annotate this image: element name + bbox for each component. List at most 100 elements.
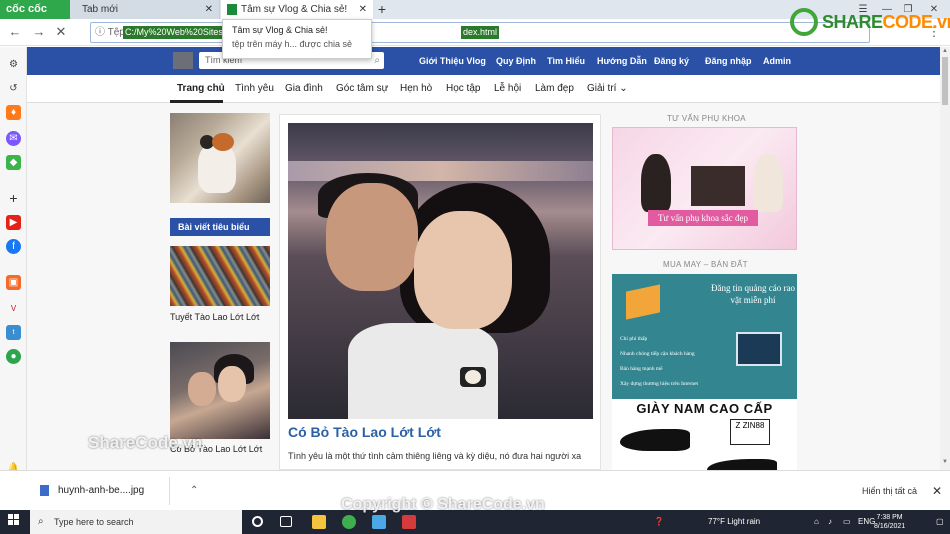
youtube-icon[interactable]: ▶: [6, 215, 21, 230]
article-title[interactable]: Có Bỏ Tào Lao Lớt Lớt: [288, 424, 441, 440]
settings-icon[interactable]: ⚙: [6, 57, 21, 72]
ad-banner-classifieds[interactable]: Đăng tin quảng cáo rao vặt miễn phí Chi …: [612, 274, 797, 399]
ad-item: Nhanh chóng tiếp cận khách hàng: [620, 351, 695, 357]
logo-mark-icon: [790, 8, 818, 36]
browser-logo[interactable]: cốc cốc: [0, 0, 70, 19]
scroll-thumb[interactable]: [942, 57, 948, 105]
stop-icon[interactable]: ✕: [52, 23, 70, 41]
cortana-icon[interactable]: [252, 516, 263, 527]
cat-home[interactable]: Trang chủ: [177, 75, 225, 103]
show-all-downloads[interactable]: Hiển thị tất cả: [862, 471, 917, 511]
clock-date: 8/16/2021: [874, 523, 906, 530]
face-shape: [218, 366, 246, 402]
featured-posts-heading: Bài viết tiêu biểu: [170, 218, 270, 236]
cat-love[interactable]: Tình yêu: [235, 75, 274, 103]
nav-link-admin[interactable]: Admin: [763, 47, 791, 75]
cat-study[interactable]: Học tập: [446, 75, 480, 103]
nav-link-explore[interactable]: Tìm Hiểu: [547, 47, 585, 75]
tab-new[interactable]: Tab mới ✕: [70, 0, 220, 19]
app-icon[interactable]: ●: [6, 349, 21, 364]
game-icon[interactable]: ◆: [6, 155, 21, 170]
nav-link-guide[interactable]: Hướng Dẫn: [597, 47, 647, 75]
language-indicator[interactable]: ENG: [858, 510, 875, 534]
cat-beauty[interactable]: Làm đẹp: [535, 75, 574, 103]
shoe-shape: [707, 459, 777, 470]
tab-label: Tab mới: [82, 4, 119, 15]
cat-dating[interactable]: Hẹn hò: [400, 75, 432, 103]
ad-item: Chi phí thấp: [620, 336, 648, 342]
taskbar-search[interactable]: ⌕ Type here to search: [30, 510, 242, 534]
article-hero-image[interactable]: [288, 123, 593, 419]
tiki-icon[interactable]: t: [6, 325, 21, 340]
site-avatar[interactable]: [173, 52, 193, 69]
site-top-nav: Tìm kiếm ⌕ Giới Thiệu Vlog Quy Định Tìm …: [27, 47, 940, 75]
scroll-down-icon[interactable]: ▼: [942, 459, 948, 465]
coccoc-taskbar-icon[interactable]: [342, 515, 356, 529]
page-scrollbar[interactable]: ▲ ▼: [940, 47, 950, 470]
history-icon[interactable]: ↺: [6, 81, 21, 96]
notification-center-icon[interactable]: ▢: [936, 510, 944, 534]
windows-start-icon[interactable]: [8, 514, 20, 526]
nav-link-about[interactable]: Giới Thiệu Vlog: [419, 47, 486, 75]
tab-tooltip: Tâm sự Vlog & Chia sẻ! tệp trên máy h...…: [222, 19, 372, 59]
url-text[interactable]: C:/My%20Web%20Sites/v: [123, 26, 232, 39]
fire-icon[interactable]: ♦: [6, 105, 21, 120]
post-caption[interactable]: Tuyết Tào Lao Lớt Lớt: [170, 312, 259, 322]
cat-thumbnail[interactable]: [170, 113, 270, 203]
clock-time: 7:38 PM: [876, 514, 903, 521]
battery-icon[interactable]: ▭: [843, 510, 851, 534]
vtv-icon[interactable]: V: [6, 301, 21, 316]
info-icon[interactable]: ⓘ Tệp: [95, 23, 125, 42]
watermark-copyright: Copyright © ShareCode.vn: [341, 496, 545, 513]
face-shape: [326, 183, 418, 291]
page-favicon-icon: [227, 4, 237, 15]
ad-banner-shoes[interactable]: GIÀY NAM CAO CẤP Z ZIN88: [612, 399, 797, 470]
address-bar[interactable]: ⓘ Tệp C:/My%20Web%20Sites/v dex.html: [90, 22, 870, 43]
weather-text[interactable]: 77°F Light rain: [708, 510, 760, 534]
download-item[interactable]: huynh-anh-be....jpg ⌃: [36, 477, 198, 505]
file-icon: [40, 485, 49, 496]
network-icon[interactable]: ⌂: [814, 510, 819, 534]
post-thumbnail[interactable]: [170, 246, 270, 306]
cat-family[interactable]: Gia đình: [285, 75, 323, 103]
file-explorer-icon[interactable]: [312, 515, 326, 529]
download-filename[interactable]: huynh-anh-be....jpg: [58, 477, 144, 505]
nav-link-register[interactable]: Đăng ký: [654, 47, 689, 75]
nav-link-rules[interactable]: Quy Định: [496, 47, 536, 75]
forward-icon[interactable]: →: [30, 23, 48, 41]
messenger-icon[interactable]: ✉: [6, 131, 21, 146]
cat-festival[interactable]: Lễ hội: [494, 75, 521, 103]
system-clock[interactable]: 7:38 PM 8/16/2021: [874, 513, 905, 531]
nav-link-login[interactable]: Đăng nhập: [705, 47, 752, 75]
app-taskbar-icon[interactable]: [402, 515, 416, 529]
close-icon[interactable]: ✕: [932, 471, 942, 511]
cat-entertainment[interactable]: Giải trí ⌄: [587, 75, 628, 103]
search-icon[interactable]: ⌕: [374, 52, 380, 69]
tab-label: Tâm sự Vlog & Chia sẻ!: [241, 4, 348, 15]
task-view-icon[interactable]: [280, 516, 292, 527]
cat-body: [198, 143, 236, 193]
shopping-icon[interactable]: ▣: [6, 275, 21, 290]
ad-title: GIÀY NAM CAO CẤP: [636, 401, 773, 416]
url-text-end[interactable]: dex.html: [461, 26, 500, 39]
back-icon[interactable]: ←: [6, 23, 24, 41]
post-thumbnail[interactable]: [170, 342, 270, 439]
close-icon[interactable]: ✕: [205, 0, 213, 19]
cat-confide[interactable]: Góc tâm sự: [336, 75, 388, 103]
add-icon[interactable]: +: [6, 191, 21, 206]
new-tab-button[interactable]: +: [375, 0, 389, 19]
help-icon[interactable]: ❓: [654, 510, 664, 534]
close-icon[interactable]: ✕: [359, 0, 367, 19]
chevron-up-icon[interactable]: ⌃: [190, 477, 198, 505]
scroll-up-icon[interactable]: ▲: [942, 48, 948, 54]
volume-icon[interactable]: ♪: [828, 510, 832, 534]
app-taskbar-icon[interactable]: [372, 515, 386, 529]
ad-title: Đăng tin quảng cáo rao vặt miễn phí: [711, 283, 795, 305]
browser-sidebar: ⚙ ↺ ♦ ✉ ◆ + ▶ f ▣ V t ● 🔔 ⋯: [0, 47, 27, 510]
facebook-icon[interactable]: f: [6, 239, 21, 254]
ad-banner-gynecology[interactable]: Tư vấn phụ khoa sắc đẹp: [612, 127, 797, 250]
face-shape: [414, 211, 512, 329]
cat-patch: [212, 133, 234, 151]
tab-active[interactable]: Tâm sự Vlog & Chia sẻ! ✕: [221, 0, 373, 19]
category-nav: Trang chủ Tình yêu Gia đình Góc tâm sự H…: [27, 75, 940, 103]
